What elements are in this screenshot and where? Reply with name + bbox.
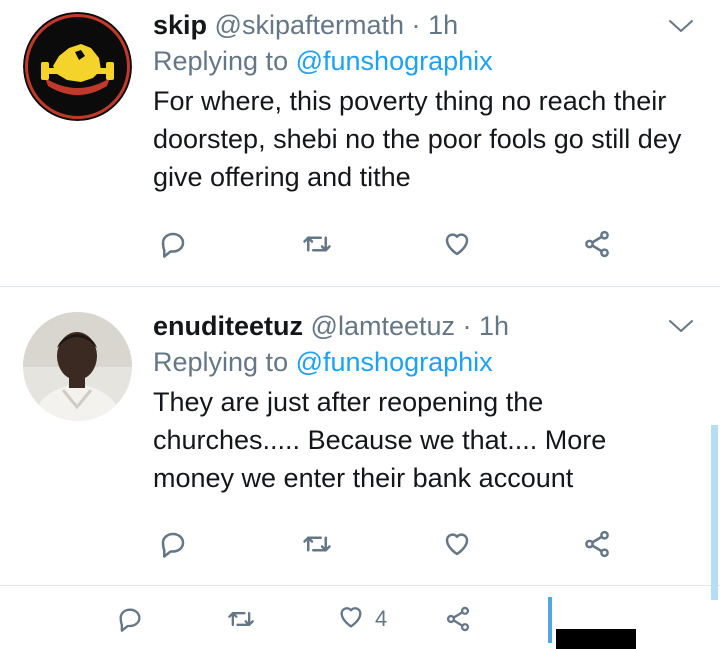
tweet-text: They are just after reopening the church… [153,387,607,493]
scrollbar[interactable] [711,425,718,600]
replying-to: Replying to @funshographix [153,343,690,381]
tweet-actions [0,527,720,567]
share-icon[interactable] [580,227,614,261]
tweet[interactable]: enuditeetuz @lamteetuz · 1h Replying to … [0,287,720,585]
tweet-divider [0,585,720,586]
chevron-down-icon[interactable] [666,316,696,336]
reply-icon[interactable] [156,527,190,561]
replying-to-handle[interactable]: @funshographix [296,347,493,377]
like-icon[interactable] [440,227,474,261]
separator-dot: · [462,311,472,341]
separator-dot: · [411,10,421,40]
tweet-text: For where, this poverty thing no reach t… [153,86,682,192]
replying-to-handle[interactable]: @funshographix [296,46,493,76]
like-icon[interactable] [337,603,365,636]
share-icon[interactable] [444,602,472,636]
tweet-actions [0,227,720,267]
redaction-block [556,629,636,649]
retweet-icon[interactable] [300,227,334,261]
like-count: 4 [375,606,388,631]
share-icon[interactable] [580,527,614,561]
user-handle[interactable]: @skipaftermath [215,10,404,40]
replying-to-label: Replying to [153,347,289,377]
display-name[interactable]: skip [153,10,207,40]
tweet-header: skip @skipaftermath · 1h [153,8,690,42]
display-name[interactable]: enuditeetuz [153,311,303,341]
retweet-icon[interactable] [300,527,334,561]
replying-to: Replying to @funshographix [153,42,690,80]
timestamp[interactable]: 1h [428,10,458,40]
user-handle[interactable]: @lamteetuz [311,311,455,341]
chevron-down-icon[interactable] [666,16,696,36]
tweet-header: enuditeetuz @lamteetuz · 1h [153,309,690,343]
like-button[interactable]: 4 [337,602,387,636]
like-icon[interactable] [440,527,474,561]
replying-to-label: Replying to [153,46,289,76]
timestamp[interactable]: 1h [479,311,509,341]
reply-icon[interactable] [116,602,144,636]
avatar[interactable] [23,12,132,121]
tweet[interactable]: skip @skipaftermath · 1h Replying to @fu… [0,0,720,286]
retweet-icon[interactable] [227,602,255,636]
accent-bar [548,597,552,643]
avatar[interactable] [23,312,132,421]
reply-icon[interactable] [156,227,190,261]
